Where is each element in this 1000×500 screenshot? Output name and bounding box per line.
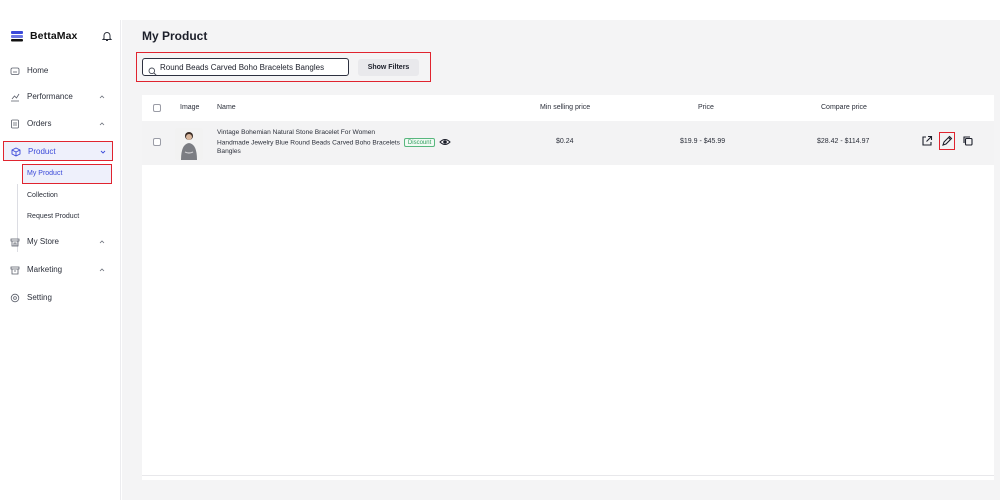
sidebar-subitem-collection[interactable]: Collection xyxy=(27,192,58,199)
home-icon xyxy=(10,66,20,76)
product-icon xyxy=(11,147,21,157)
compare-price-range: $28.42 - $114.97 xyxy=(817,138,870,145)
performance-icon xyxy=(10,92,20,102)
main-content: My Product Show Filters Image Name Min s… xyxy=(122,20,1000,500)
table-row[interactable]: Vintage Bohemian Natural Stone Bracelet … xyxy=(142,121,994,165)
setting-icon xyxy=(10,293,20,303)
sidebar-item-label: Home xyxy=(27,66,49,75)
min-selling-price: $0.24 xyxy=(556,138,574,145)
sidebar-item-label: Orders xyxy=(27,119,52,128)
product-name-line: Handmade Jewelry Blue Round Beads Carved… xyxy=(217,138,400,146)
chevron-up-icon xyxy=(98,238,106,246)
chevron-up-icon xyxy=(98,93,106,101)
sidebar-item-marketing[interactable]: Marketing xyxy=(0,261,121,279)
edit-pencil-icon[interactable] xyxy=(941,135,953,147)
orders-icon xyxy=(10,119,20,129)
header-image: Image xyxy=(180,104,200,111)
sidebar-item-setting[interactable]: Setting xyxy=(0,289,121,307)
marketing-icon xyxy=(10,265,20,275)
sidebar-item-label: Performance xyxy=(27,92,73,101)
search-input[interactable] xyxy=(160,61,346,74)
sidebar-item-performance[interactable]: Performance xyxy=(0,88,121,106)
brand[interactable]: BettaMax xyxy=(10,28,77,44)
brand-logo-icon xyxy=(10,30,24,42)
sidebar-item-label: Marketing xyxy=(27,265,63,274)
header-price: Price xyxy=(698,104,714,111)
sidebar-item-orders[interactable]: Orders xyxy=(0,115,121,133)
discount-badge: Discount xyxy=(403,137,436,147)
header-name: Name xyxy=(217,104,236,111)
table-header: Image Name Min selling price Price Compa… xyxy=(142,95,994,121)
product-thumbnail[interactable] xyxy=(175,128,203,160)
sidebar-subitem-my-product[interactable]: My Product xyxy=(22,164,112,184)
header-compare-price: Compare price xyxy=(821,104,867,111)
product-name[interactable]: Vintage Bohemian Natural Stone Bracelet … xyxy=(217,128,517,157)
eye-icon[interactable] xyxy=(439,138,451,146)
sidebar-item-my-store[interactable]: My Store xyxy=(0,233,121,251)
chevron-down-icon xyxy=(99,148,107,156)
price-range: $19.9 - $45.99 xyxy=(680,138,726,145)
product-name-line: Vintage Bohemian Natural Stone Bracelet … xyxy=(217,129,376,136)
sidebar-subitem-request-product[interactable]: Request Product xyxy=(27,213,79,220)
store-icon xyxy=(10,237,20,247)
product-name-line: Bangles xyxy=(217,148,241,156)
search-icon xyxy=(148,63,157,76)
external-link-icon[interactable] xyxy=(921,135,933,147)
row-checkbox[interactable] xyxy=(153,138,161,146)
sidebar-item-home[interactable]: Home xyxy=(0,62,121,80)
chevron-up-icon xyxy=(98,266,106,274)
duplicate-icon[interactable] xyxy=(962,135,974,147)
table-bottom-border xyxy=(142,475,994,476)
sidebar-item-product[interactable]: Product xyxy=(3,141,113,161)
sidebar-item-label: Product xyxy=(28,147,56,156)
chevron-up-icon xyxy=(98,120,106,128)
header-min-selling-price: Min selling price xyxy=(540,104,591,111)
sidebar: BettaMax Home Performance Orders Product… xyxy=(0,20,121,500)
search-box[interactable] xyxy=(142,58,349,76)
sidebar-subitem-label: My Product xyxy=(27,170,63,177)
bell-icon[interactable] xyxy=(101,29,113,41)
show-filters-button[interactable]: Show Filters xyxy=(358,59,419,76)
product-table: Image Name Min selling price Price Compa… xyxy=(142,95,994,480)
search-highlight: Show Filters xyxy=(136,52,431,82)
page-title: My Product xyxy=(142,29,208,43)
sidebar-item-label: My Store xyxy=(27,237,60,246)
sidebar-item-label: Setting xyxy=(27,293,52,302)
brand-name: BettaMax xyxy=(30,30,78,42)
select-all-checkbox[interactable] xyxy=(153,104,161,112)
